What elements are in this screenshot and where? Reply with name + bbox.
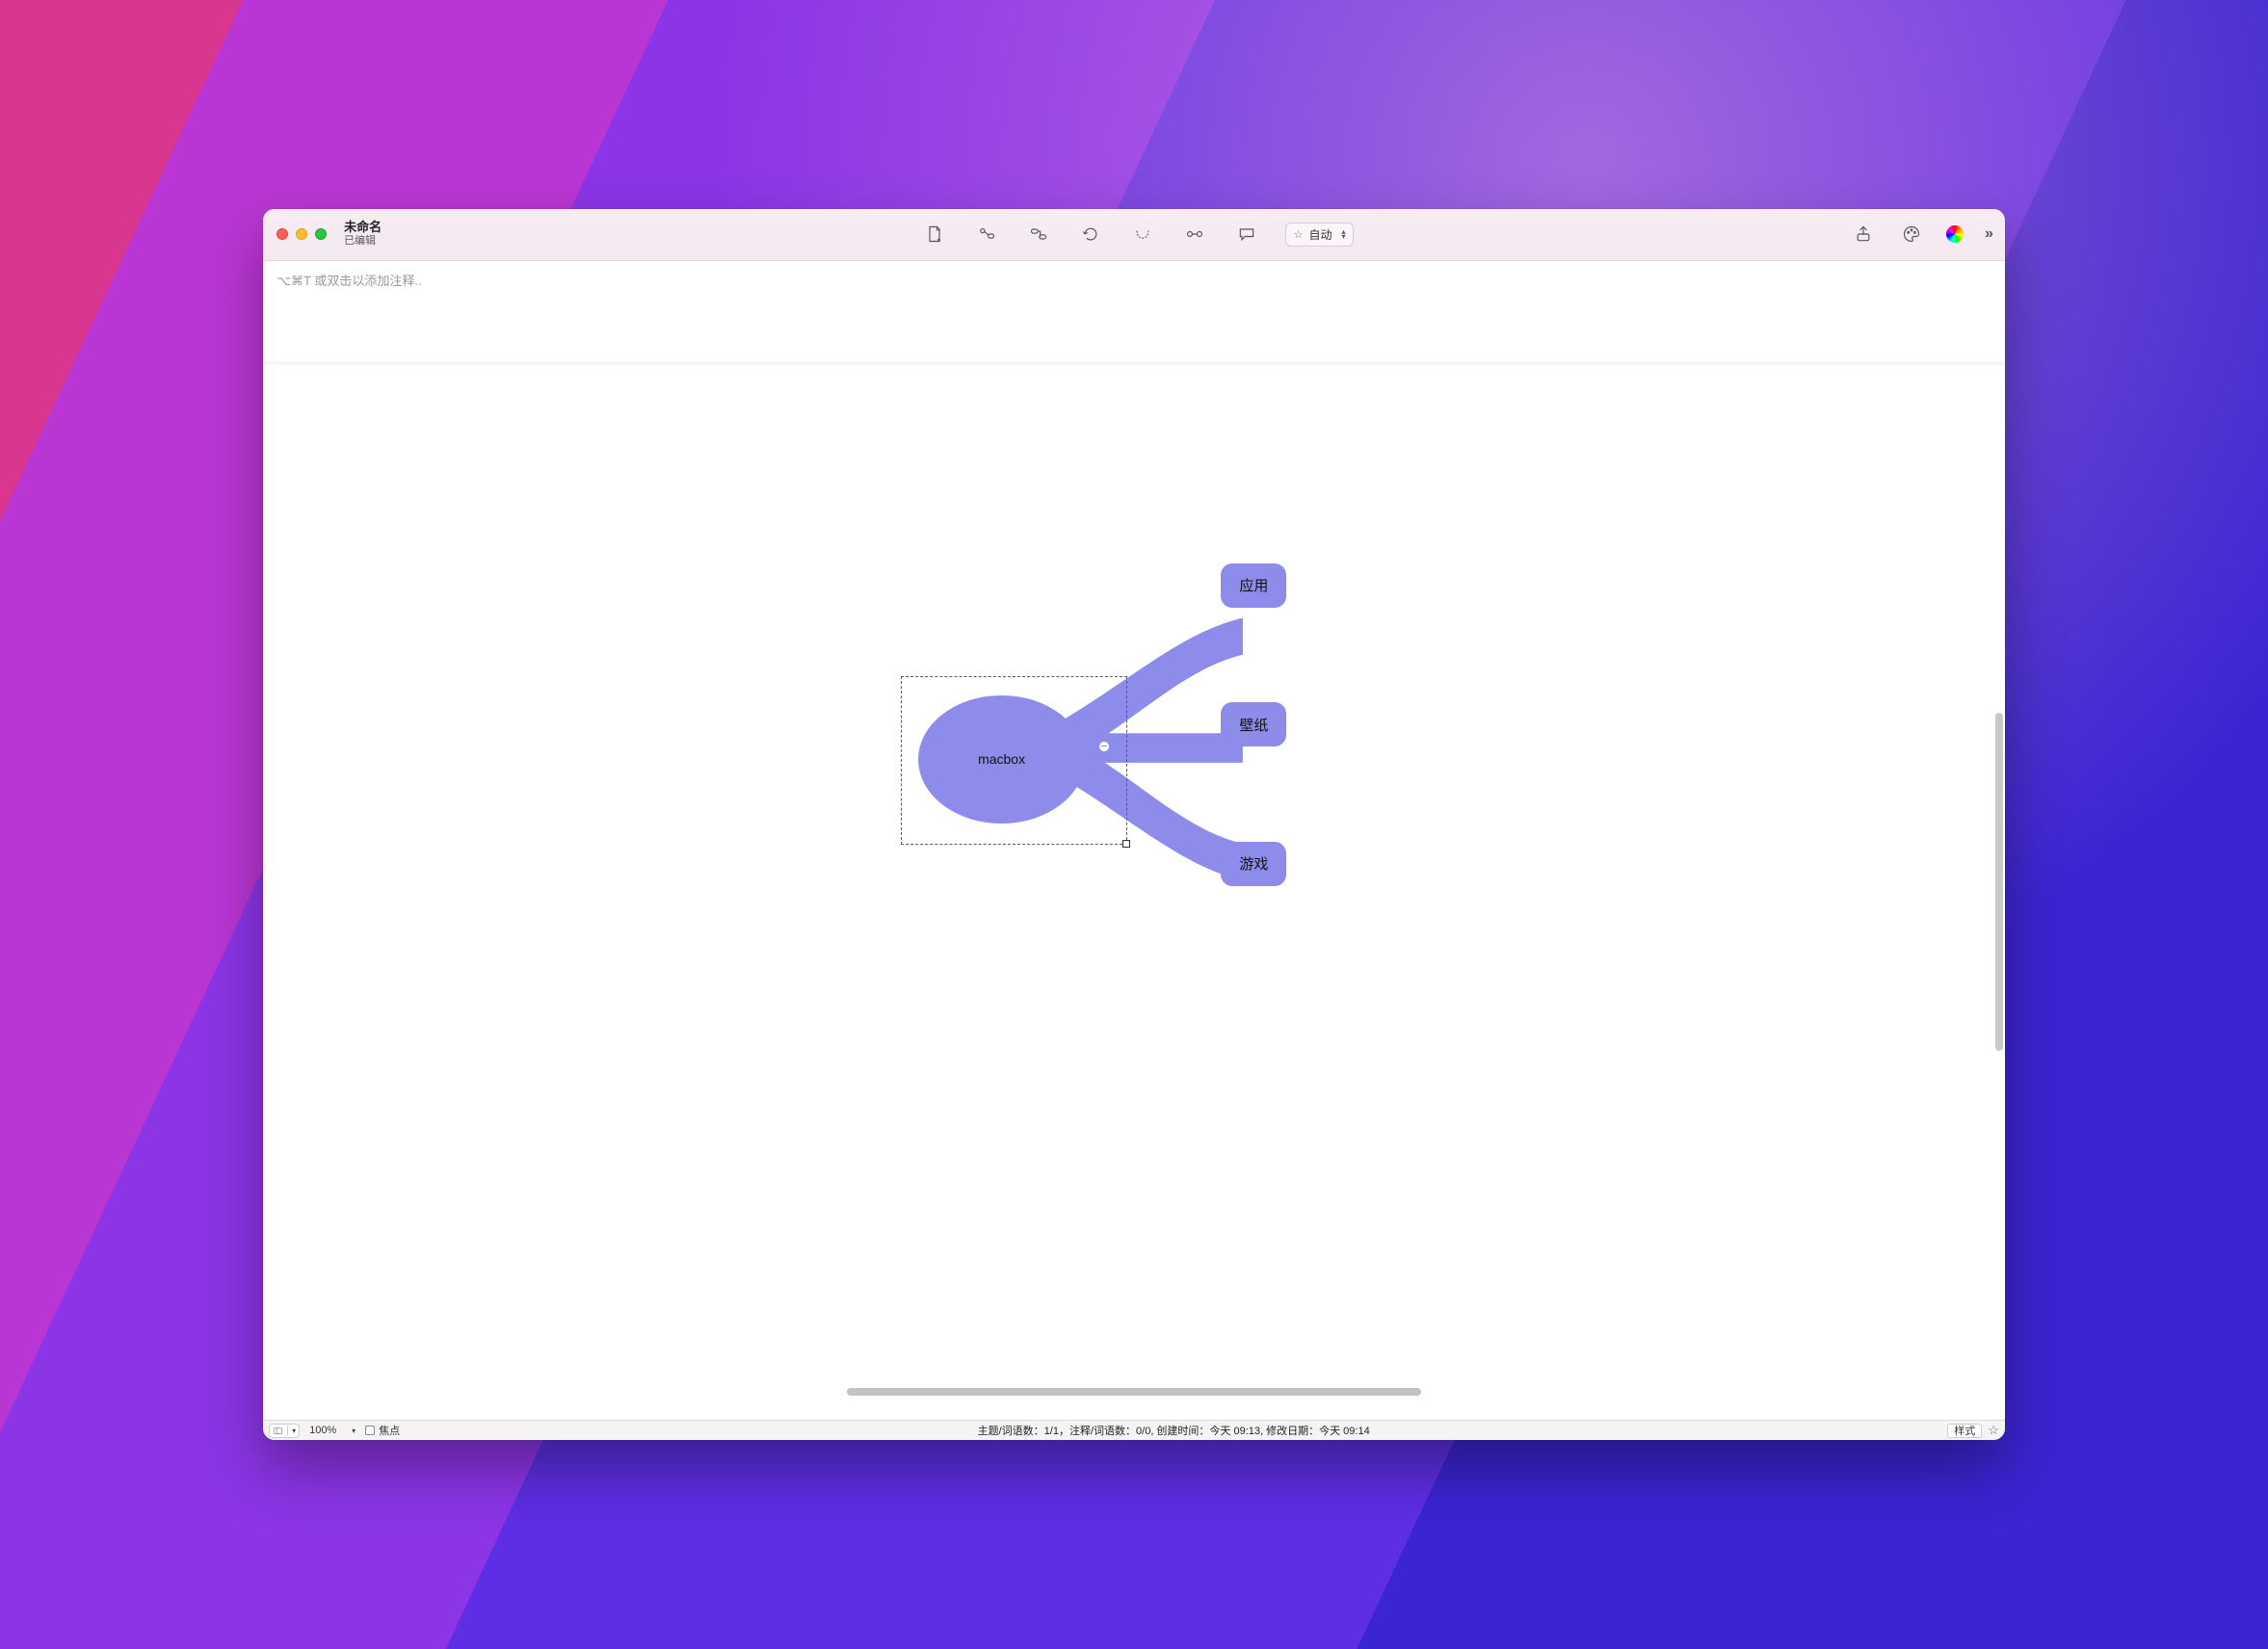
zoom-control[interactable]: 100% ▾ [309, 1425, 356, 1436]
sidebar-toggle[interactable]: ▾ [269, 1424, 300, 1438]
style-button[interactable]: 样式 [1947, 1424, 1982, 1438]
star-icon: ☆ [1294, 228, 1304, 241]
stepper-icon: ▴▾ [1341, 229, 1345, 239]
boundary-icon[interactable] [1129, 222, 1156, 247]
mindmap-child-node[interactable]: 壁纸 [1221, 702, 1286, 746]
maximize-button[interactable] [315, 228, 327, 240]
toolbar-right: » [1850, 222, 1991, 247]
mindmap-connectors [263, 365, 2005, 1421]
statusbar: ▾ 100% ▾ 焦点 主题/词语数：1/1，注释/词语数：0/0, 创建时间：… [263, 1420, 2005, 1440]
focus-label: 焦点 [379, 1423, 400, 1438]
close-button[interactable] [277, 228, 288, 240]
title-block: 未命名 已编辑 [344, 221, 431, 248]
window-subtitle: 已编辑 [344, 235, 431, 248]
undo-icon[interactable] [1077, 222, 1104, 247]
window-title: 未命名 [344, 221, 431, 235]
new-document-icon[interactable] [921, 222, 948, 247]
add-child-topic-icon[interactable] [973, 222, 1000, 247]
sidebar-icon [273, 1426, 283, 1436]
horizontal-scrollbar[interactable] [847, 1388, 1422, 1396]
app-window: 未命名 已编辑 [263, 209, 2005, 1441]
notes-panel[interactable]: ⌥⌘T 或双击以添加注释.. [263, 261, 2005, 365]
style-label: 样式 [1954, 1423, 1975, 1438]
checkbox-icon [365, 1426, 375, 1435]
desktop-background: 未命名 已编辑 [0, 0, 2268, 1649]
titlebar: 未命名 已编辑 [263, 209, 2005, 261]
horizontal-scrollbar-track [263, 1384, 2005, 1400]
minimize-button[interactable] [296, 228, 307, 240]
favorite-icon[interactable]: ☆ [1988, 1423, 1999, 1438]
root-node-label: macbox [978, 751, 1025, 767]
status-info: 主题/词语数：1/1，注释/词语数：0/0, 创建时间：今天 09:13, 修改… [408, 1423, 1939, 1438]
toolbar: ☆ 自动 ▴▾ [440, 222, 1834, 247]
child-node-label: 壁纸 [1239, 715, 1268, 735]
relationship-icon[interactable] [1181, 222, 1208, 247]
zoom-value: 100% [309, 1425, 348, 1436]
window-controls [277, 228, 327, 240]
canvas-area[interactable]: macbox 应用 壁纸 游戏 [263, 365, 2005, 1421]
notes-placeholder: ⌥⌘T 或双击以添加注释.. [277, 274, 422, 288]
callout-icon[interactable] [1233, 222, 1260, 247]
layout-selector[interactable]: ☆ 自动 ▴▾ [1285, 222, 1355, 247]
toolbar-overflow-icon[interactable]: » [1985, 225, 1991, 243]
mindmap-root-node[interactable]: macbox [918, 695, 1086, 824]
child-node-label: 游戏 [1239, 853, 1268, 874]
mindmap-child-node[interactable]: 应用 [1221, 563, 1286, 608]
share-icon[interactable] [1850, 222, 1877, 247]
layout-label: 自动 [1308, 226, 1332, 243]
vertical-scrollbar[interactable] [1995, 713, 2003, 1051]
collapse-toggle[interactable] [1097, 740, 1111, 753]
child-node-label: 应用 [1239, 575, 1268, 595]
focus-checkbox[interactable]: 焦点 [365, 1423, 400, 1438]
mindmap-child-node[interactable]: 游戏 [1221, 842, 1286, 886]
chevron-down-icon: ▾ [292, 1427, 296, 1435]
palette-icon[interactable] [1898, 222, 1925, 247]
color-picker-icon[interactable] [1946, 225, 1964, 243]
add-sibling-topic-icon[interactable] [1025, 222, 1052, 247]
chevron-down-icon: ▾ [352, 1427, 356, 1435]
selection-resize-handle[interactable] [1122, 840, 1130, 848]
